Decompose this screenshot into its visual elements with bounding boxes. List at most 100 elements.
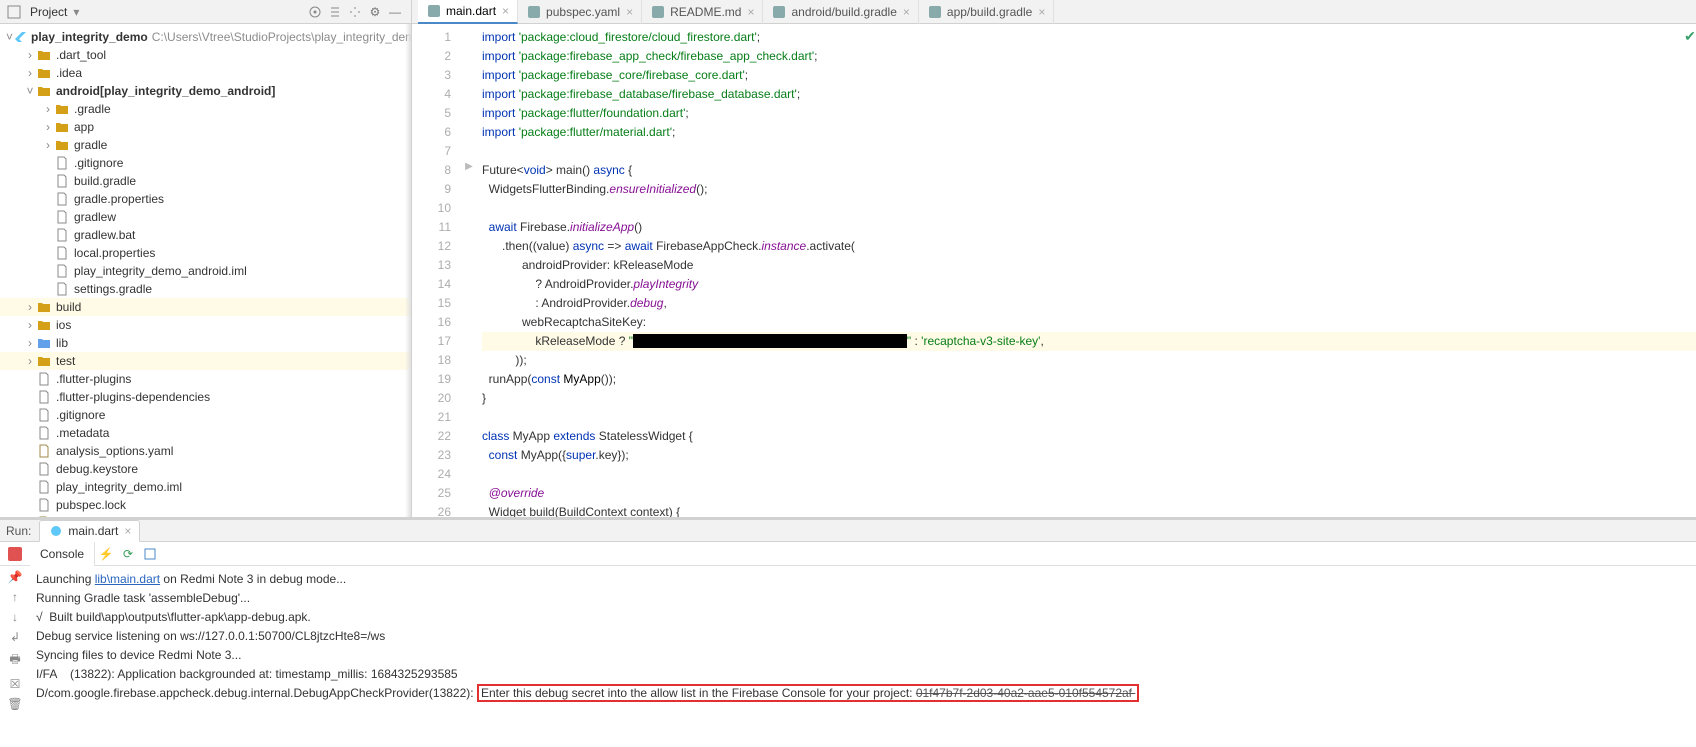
editor-tab[interactable]: app/build.gradle×	[919, 0, 1054, 24]
close-icon[interactable]: ×	[502, 4, 509, 18]
tree-label: .gitignore	[74, 156, 123, 170]
chevron-down-icon[interactable]: ˅	[6, 30, 13, 44]
run-header: Run: main.dart ×	[0, 520, 1696, 542]
scrollbar[interactable]	[405, 24, 411, 517]
chevron-icon[interactable]: ›	[42, 120, 54, 134]
tree-row[interactable]: gradle.properties	[0, 190, 411, 208]
run-tab[interactable]: main.dart ×	[39, 520, 140, 542]
chevron-icon[interactable]: ›	[24, 318, 36, 332]
check-icon: ✔	[1684, 24, 1696, 45]
file-icon	[927, 4, 943, 20]
chevron-icon[interactable]: ˅	[24, 84, 36, 98]
editor[interactable]: 1234567891011121314151617181920212223242…	[412, 24, 1696, 517]
tree-row[interactable]: › ios	[0, 316, 411, 334]
close-icon[interactable]: ×	[626, 5, 633, 19]
folder-icon	[54, 119, 70, 135]
editor-tab[interactable]: pubspec.yaml×	[518, 0, 642, 24]
tree-row[interactable]: play_integrity_demo.iml	[0, 478, 411, 496]
chevron-icon[interactable]: ›	[24, 48, 36, 62]
folder-icon	[36, 65, 52, 81]
devtools-icon[interactable]	[139, 547, 161, 561]
tree-root[interactable]: ˅ play_integrity_demo C:\Users\Vtree\Stu…	[0, 28, 411, 46]
collapse-icon[interactable]	[325, 2, 345, 22]
tree-row[interactable]: ˅android [play_integrity_demo_android]	[0, 82, 411, 100]
file-icon	[36, 425, 52, 441]
close-icon[interactable]: ×	[124, 524, 131, 538]
chevron-icon[interactable]: ›	[24, 354, 36, 368]
hide-icon[interactable]: —	[385, 2, 405, 22]
tree-row[interactable]: build.gradle	[0, 172, 411, 190]
print-icon[interactable]: 🖶	[9, 650, 20, 671]
tree-row[interactable]: ›.gradle	[0, 100, 411, 118]
console-output[interactable]: Launching lib\main.dart on Redmi Note 3 …	[30, 566, 1696, 747]
tree-row[interactable]: ›build	[0, 298, 411, 316]
file-icon	[650, 4, 666, 20]
tree-row[interactable]: .flutter-plugins-dependencies	[0, 388, 411, 406]
tree-row[interactable]: pubspec.yaml	[0, 514, 411, 517]
tree-label: ios	[56, 318, 71, 332]
settings-icon[interactable]	[345, 2, 365, 22]
editor-tabs: main.dart×pubspec.yaml×README.md×android…	[412, 0, 1696, 24]
console-toolbar: Console ⚡ ⟳	[0, 542, 1696, 566]
close-icon[interactable]: ×	[1038, 5, 1045, 19]
tree-row[interactable]: play_integrity_demo_android.iml	[0, 262, 411, 280]
tree-label: .idea	[56, 66, 82, 80]
tree-row[interactable]: .gitignore	[0, 154, 411, 172]
file-icon	[54, 209, 70, 225]
chevron-down-icon[interactable]: ▾	[73, 5, 79, 19]
run-panel: Run: main.dart × Console ⚡ ⟳ 📌 ↑ ↓ ↲ 🖶 ☒…	[0, 517, 1696, 747]
chevron-icon[interactable]: ›	[42, 138, 54, 152]
close-icon[interactable]: ×	[747, 5, 754, 19]
tree-row[interactable]: gradlew.bat	[0, 226, 411, 244]
lightning-icon[interactable]: ⚡	[95, 547, 117, 561]
tree-row[interactable]: ›gradle	[0, 136, 411, 154]
editor-tab[interactable]: main.dart×	[418, 0, 518, 24]
chevron-icon[interactable]: ›	[24, 336, 36, 350]
tree-row[interactable]: pubspec.lock	[0, 496, 411, 514]
tree-row[interactable]: local.properties	[0, 244, 411, 262]
down-icon[interactable]: ↓	[12, 610, 18, 624]
code-area[interactable]: import 'package:cloud_firestore/cloud_fi…	[478, 24, 1696, 517]
tree-row[interactable]: settings.gradle	[0, 280, 411, 298]
tree-row[interactable]: ›.dart_tool	[0, 46, 411, 64]
project-tree[interactable]: ˅ play_integrity_demo C:\Users\Vtree\Stu…	[0, 24, 411, 517]
stop-button[interactable]	[8, 547, 22, 561]
scope-icon[interactable]	[305, 2, 325, 22]
file-icon	[36, 497, 52, 513]
wrap-icon[interactable]: ↲	[10, 630, 20, 644]
gear-icon[interactable]: ⚙	[365, 2, 385, 22]
tree-row[interactable]: .gitignore	[0, 406, 411, 424]
pin-icon[interactable]: 📌	[8, 570, 23, 584]
tree-row[interactable]: › .idea	[0, 64, 411, 82]
chevron-icon[interactable]: ›	[42, 102, 54, 116]
trash-icon[interactable]: 🗑	[7, 697, 22, 711]
close-icon[interactable]: ×	[903, 5, 910, 19]
project-panel: Project ▾ ⚙ — ˅ play_integrity_demo C:\U…	[0, 0, 412, 517]
editor-tab[interactable]: README.md×	[642, 0, 763, 24]
tree-label: gradlew.bat	[74, 228, 135, 242]
restart-icon[interactable]: ⟳	[117, 547, 139, 561]
tree-row[interactable]: ›lib	[0, 334, 411, 352]
flutter-icon	[13, 29, 27, 45]
tree-label: build.gradle	[74, 174, 136, 188]
tree-label: play_integrity_demo_android.iml	[74, 264, 247, 278]
tree-row[interactable]: ›app	[0, 118, 411, 136]
tree-row[interactable]: .metadata	[0, 424, 411, 442]
up-icon[interactable]: ↑	[12, 590, 18, 604]
tree-row[interactable]: gradlew	[0, 208, 411, 226]
tree-row[interactable]: .flutter-plugins	[0, 370, 411, 388]
file-icon	[36, 443, 52, 459]
tree-row[interactable]: analysis_options.yaml	[0, 442, 411, 460]
tree-row[interactable]: debug.keystore	[0, 460, 411, 478]
editor-tab[interactable]: android/build.gradle×	[763, 0, 918, 24]
fold-column[interactable]: ▶	[460, 24, 478, 517]
clear-icon[interactable]: ☒	[10, 677, 21, 691]
chevron-icon[interactable]: ›	[24, 300, 36, 314]
project-icon	[6, 4, 22, 20]
editor-status-strip: ✔	[1684, 24, 1696, 45]
console-tab[interactable]: Console	[30, 542, 95, 566]
chevron-icon[interactable]: ›	[24, 66, 36, 80]
project-title[interactable]: Project	[30, 5, 67, 19]
tree-row[interactable]: ›test	[0, 352, 411, 370]
folder-icon	[36, 47, 52, 63]
